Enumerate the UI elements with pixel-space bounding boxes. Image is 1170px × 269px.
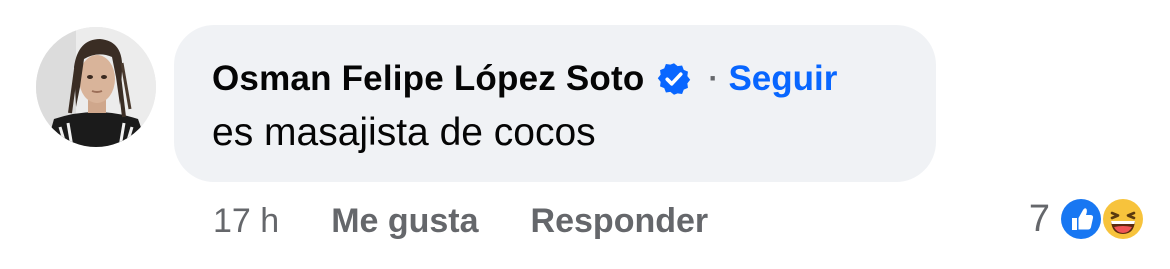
like-reaction-icon <box>1058 196 1104 242</box>
comment-bubble: Osman Felipe López Soto · Seguir es masa… <box>174 25 936 182</box>
reaction-count: 7 <box>1028 197 1050 240</box>
author-name[interactable]: Osman Felipe López Soto <box>212 59 644 99</box>
reply-button[interactable]: Responder <box>531 202 709 241</box>
verified-badge-icon <box>656 61 692 97</box>
reaction-summary[interactable]: 7 <box>1029 194 1146 244</box>
comment-text: es masajista de cocos <box>212 111 596 154</box>
avatar[interactable] <box>36 27 156 147</box>
comment-timestamp[interactable]: 17 h <box>213 202 279 241</box>
like-button[interactable]: Me gusta <box>331 202 478 241</box>
follow-button[interactable]: Seguir <box>728 59 837 99</box>
haha-reaction-icon <box>1100 196 1146 242</box>
separator-dot: · <box>708 62 719 95</box>
comment-header: Osman Felipe López Soto · Seguir <box>212 57 837 101</box>
comment-actions: 17 h Me gusta Responder <box>213 197 708 245</box>
